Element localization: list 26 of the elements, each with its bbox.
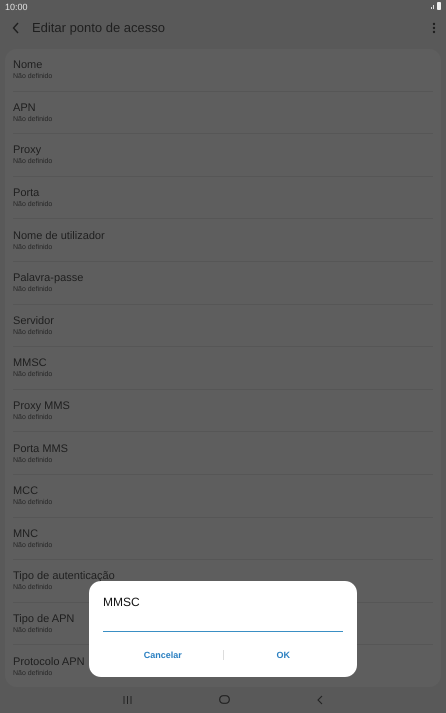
setting-label: Porta xyxy=(13,187,40,200)
setting-label: Nome xyxy=(13,59,42,72)
status-icons xyxy=(430,2,442,12)
more-options-icon[interactable] xyxy=(432,22,436,34)
setting-label: Tipo de APN xyxy=(13,612,74,625)
dialog-button[interactable]: OK xyxy=(224,646,343,664)
setting-label: MMSC xyxy=(13,357,47,370)
setting-label: Proxy MMS xyxy=(13,400,70,412)
dialog-title: MMSC xyxy=(103,595,140,609)
setting-label: Porta MMS xyxy=(13,442,68,455)
status-time: 10:00 xyxy=(5,2,28,12)
setting-label: Servidor xyxy=(13,314,54,327)
back-icon[interactable] xyxy=(316,694,323,705)
setting-label: Protocolo APN xyxy=(13,656,85,668)
screen-title: Editar ponto de acesso xyxy=(32,20,166,36)
setting-label: Nome de utilizador xyxy=(13,230,105,242)
setting-label: Proxy xyxy=(13,144,42,156)
recent-apps-icon[interactable] xyxy=(123,696,132,704)
dialog-button[interactable]: Cancelar xyxy=(103,646,222,664)
setting-label: APN xyxy=(13,102,36,114)
back-icon[interactable] xyxy=(12,22,20,34)
setting-label: MNC xyxy=(13,528,38,540)
setting-label: Tipo de autenticação xyxy=(13,570,115,582)
home-icon[interactable] xyxy=(218,695,230,704)
setting-label: Palavra-passe xyxy=(13,272,84,284)
setting-label: MCC xyxy=(13,485,38,498)
